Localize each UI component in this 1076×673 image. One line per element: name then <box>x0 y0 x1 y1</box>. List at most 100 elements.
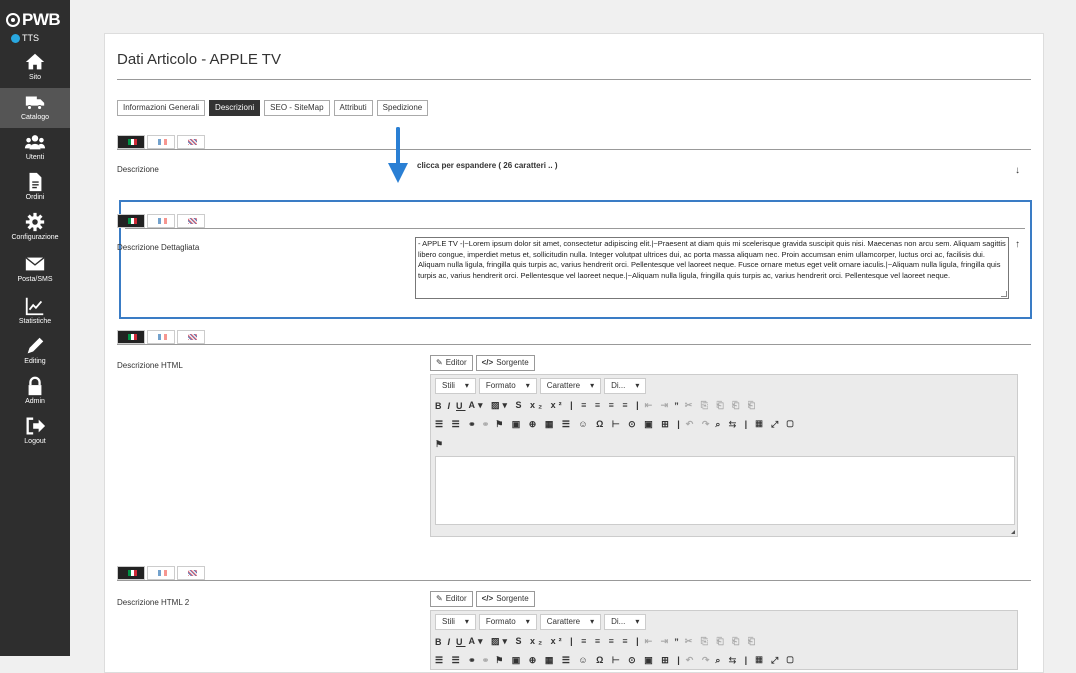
flag-it-button[interactable] <box>117 330 145 344</box>
insert-toolbar[interactable]: ☰ ☰ ⚭ ⚭ ⚑ ▣ ⊕ ▦ ☰ ☺ Ω ⊢ ⊙ ▣ ⊞ | ↶ ↷ ⌕ ⇆ … <box>435 419 797 430</box>
descrizione-dettagliata-textarea[interactable]: - APPLE TV -|~Lorem ipsum dolor sit amet… <box>415 237 1009 299</box>
flag-fr-button[interactable] <box>147 566 175 580</box>
pencil-icon <box>27 337 44 354</box>
expand-toggle-icon[interactable]: ↓ <box>1015 165 1020 176</box>
sidebar-item-label: Configurazione <box>11 234 59 241</box>
dropdown-label: Carattere <box>546 617 581 626</box>
dropdown-label: Formato <box>485 381 516 390</box>
italy-flag-icon <box>128 570 137 576</box>
sidebar-item-label: Posta/SMS <box>17 276 53 283</box>
sidebar-item-logout[interactable]: Logout <box>0 412 70 452</box>
flag-it-button[interactable] <box>117 566 145 580</box>
italy-flag-icon <box>128 139 137 145</box>
field-label-descrizione-html: Descrizione HTML <box>117 361 183 370</box>
flag-it-button[interactable] <box>117 135 145 149</box>
size-dropdown[interactable]: Di... ▾ <box>604 378 647 394</box>
editor-dropdowns: Stili ▾ Formato ▾ Carattere ▾ Di... ▾ <box>435 378 647 394</box>
sidebar-item-admin[interactable]: Admin <box>0 372 70 412</box>
sidebar-item-configurazione[interactable]: Configurazione <box>0 208 70 248</box>
caret-icon: ▾ <box>635 381 640 390</box>
lock-icon <box>28 376 42 396</box>
font-dropdown[interactable]: Carattere ▾ <box>539 378 602 394</box>
editor-content-area[interactable] <box>435 456 1015 525</box>
caret-icon: ▾ <box>590 617 595 626</box>
uk-flag-icon <box>188 334 197 340</box>
france-flag-icon <box>158 334 167 340</box>
textarea-content: - APPLE TV -|~Lorem ipsum dolor sit amet… <box>418 239 1006 280</box>
source-button-label: Sorgente <box>496 594 529 603</box>
sidebar-item-label: Statistiche <box>18 318 52 325</box>
site-badge: TTS <box>11 33 39 43</box>
tab-seo-sitemap[interactable]: SEO - SiteMap <box>264 100 330 116</box>
rich-text-editor-2: Stili ▾ Formato ▾ Carattere ▾ Di... ▾ B I U … <box>430 610 1018 670</box>
chart-icon <box>25 297 44 316</box>
main-content: Dati Articolo - APPLE TV Informazioni Ge… <box>70 0 1076 673</box>
users-icon <box>24 135 46 150</box>
insert-toolbar[interactable]: ☰ ☰ ⚭ ⚭ ⚑ ▣ ⊕ ▦ ☰ ☺ Ω ⊢ ⊙ ▣ ⊞ | ↶ ↷ ⌕ ⇆ … <box>435 655 797 666</box>
flag-fr-button[interactable] <box>147 135 175 149</box>
truck-icon <box>25 96 45 110</box>
section-divider <box>117 149 1031 150</box>
flag-gb-button[interactable] <box>177 566 205 580</box>
sidebar-item-statistiche[interactable]: Statistiche <box>0 292 70 332</box>
tab-attributi[interactable]: Attributi <box>333 100 373 116</box>
sidebar-item-utenti[interactable]: Utenti <box>0 128 70 168</box>
language-flags <box>117 566 205 580</box>
caret-icon: ▾ <box>525 381 530 390</box>
flag-fr-button[interactable] <box>147 330 175 344</box>
extra-toolbar[interactable]: ⚑ <box>435 439 446 450</box>
source-button[interactable]: </> Sorgente <box>475 355 535 371</box>
sidebar-item-label: Admin <box>25 398 45 405</box>
code-icon: </> <box>481 358 494 367</box>
italy-flag-icon <box>128 218 137 224</box>
source-button-label: Sorgente <box>496 358 529 367</box>
language-flags <box>117 135 205 149</box>
sidebar-item-label: Utenti <box>25 154 45 161</box>
source-button[interactable]: </> Sorgente <box>475 591 535 607</box>
format-dropdown[interactable]: Formato ▾ <box>478 614 537 630</box>
resize-handle[interactable] <box>1001 291 1007 297</box>
format-toolbar[interactable]: B I U A▾ ▨▾ S x₂ x² | ≡ ≡ ≡ ≡ | ⇤ ⇥ ” ✂ … <box>435 636 758 647</box>
flag-it-button[interactable] <box>117 214 145 228</box>
section-divider <box>125 228 1025 229</box>
sidebar-item-editing[interactable]: Editing <box>0 332 70 372</box>
format-toolbar[interactable]: B I U A▾ ▨▾ S x₂ x² | ≡ ≡ ≡ ≡ | ⇤ ⇥ ” ✂ … <box>435 400 758 411</box>
flag-gb-button[interactable] <box>177 214 205 228</box>
sidebar-item-posta-sms[interactable]: Posta/SMS <box>0 250 70 290</box>
uk-flag-icon <box>188 218 197 224</box>
dropdown-label: Stili <box>442 617 455 626</box>
editor-button[interactable]: ✎ Editor <box>430 355 473 371</box>
tab-bar: Informazioni Generali Descrizioni SEO - … <box>117 100 429 116</box>
format-dropdown[interactable]: Formato ▾ <box>478 378 537 394</box>
edit-icon: ✎ <box>436 358 443 367</box>
expand-hint-link[interactable]: clicca per espandere ( 26 caratteri .. ) <box>417 161 558 170</box>
title-divider <box>117 79 1031 80</box>
document-icon <box>29 172 42 192</box>
flag-gb-button[interactable] <box>177 330 205 344</box>
styles-dropdown[interactable]: Stili ▾ <box>435 614 476 630</box>
dropdown-label: Formato <box>485 617 516 626</box>
styles-dropdown[interactable]: Stili ▾ <box>435 378 476 394</box>
dropdown-label: Di... <box>611 617 626 626</box>
tab-spedizione[interactable]: Spedizione <box>376 100 429 116</box>
flag-gb-button[interactable] <box>177 135 205 149</box>
field-label-descrizione: Descrizione <box>117 165 159 174</box>
size-dropdown[interactable]: Di... ▾ <box>604 614 647 630</box>
caret-icon: ▾ <box>464 617 469 626</box>
sidebar-item-ordini[interactable]: Ordini <box>0 168 70 208</box>
tab-informazioni-generali[interactable]: Informazioni Generali <box>117 100 206 116</box>
collapse-toggle-icon[interactable]: ↑ <box>1015 239 1020 250</box>
caret-icon: ▾ <box>635 617 640 626</box>
editor-resize-handle[interactable] <box>1011 530 1015 534</box>
editor-button[interactable]: ✎ Editor <box>430 591 473 607</box>
tab-descrizioni[interactable]: Descrizioni <box>209 100 261 116</box>
status-dot-icon <box>11 33 20 43</box>
flag-fr-button[interactable] <box>147 214 175 228</box>
font-dropdown[interactable]: Carattere ▾ <box>539 614 602 630</box>
sidebar-item-sito[interactable]: Sito <box>0 48 70 88</box>
page-title: Dati Articolo - APPLE TV <box>117 51 281 68</box>
site-badge-label: TTS <box>22 33 39 43</box>
sidebar-item-label: Ordini <box>25 194 45 201</box>
uk-flag-icon <box>188 139 197 145</box>
sidebar-item-catalogo[interactable]: Catalogo <box>0 88 70 128</box>
